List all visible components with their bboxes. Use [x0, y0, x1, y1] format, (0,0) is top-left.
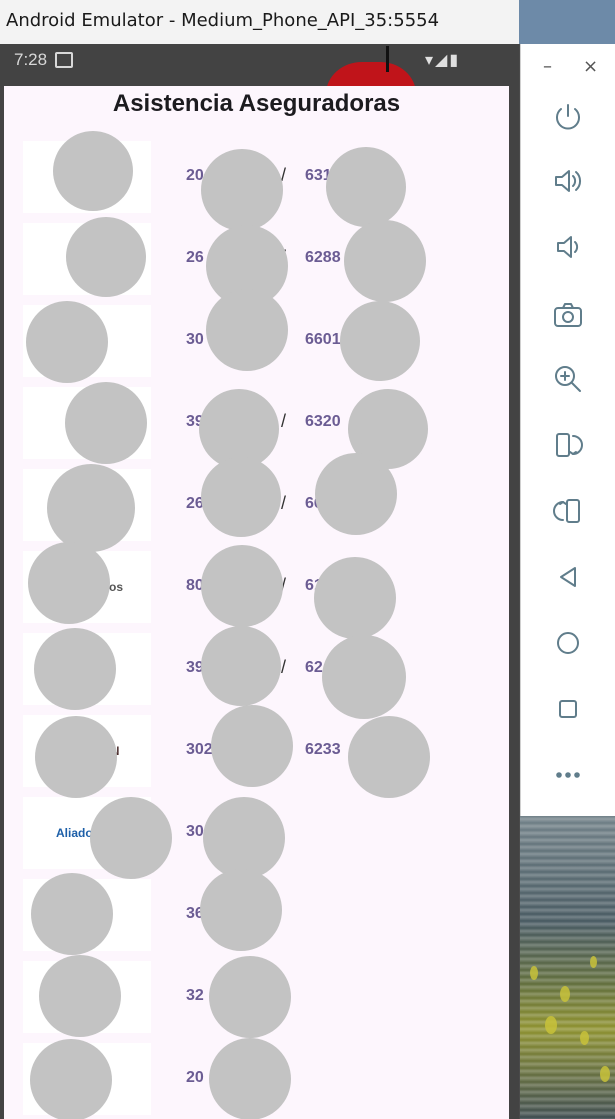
phone-status-bar: 7:28 ▾◢▮	[0, 44, 519, 142]
home-button[interactable]	[547, 622, 589, 664]
back-triangle-icon	[560, 567, 576, 587]
redaction-circle	[348, 716, 430, 798]
redaction-circle	[314, 557, 396, 639]
redaction-circle	[26, 301, 108, 383]
phone-separator: /	[281, 493, 287, 513]
phone-separator: /	[281, 411, 287, 431]
redaction-circle	[200, 869, 282, 951]
phone-separator: /	[281, 657, 287, 677]
close-button[interactable]: ×	[583, 56, 598, 77]
phone-number-primary[interactable]: 302	[186, 741, 213, 759]
redaction-circle	[201, 457, 281, 537]
phone-number-secondary[interactable]: 6233	[305, 741, 341, 759]
zoom-in-icon	[555, 366, 581, 392]
more-dots-icon	[556, 772, 580, 778]
phone-number-primary[interactable]: 30	[186, 331, 204, 349]
zoom-button[interactable]	[547, 358, 589, 400]
redaction-circle	[344, 220, 426, 302]
volume-up-button[interactable]	[547, 160, 589, 202]
redaction-circle	[53, 131, 133, 211]
volume-down-icon	[557, 236, 579, 258]
status-indicators: ▾◢▮	[425, 52, 461, 69]
redaction-circle	[203, 797, 285, 879]
phone-number-primary[interactable]: 32	[186, 987, 204, 1005]
redaction-circle	[28, 542, 110, 624]
redaction-circle	[201, 149, 283, 231]
calendar-icon	[55, 52, 73, 68]
redaction-circle	[209, 1038, 291, 1119]
window-title: Android Emulator - Medium_Phone_API_35:5…	[6, 10, 440, 31]
redaction-circle	[206, 289, 288, 371]
redaction-circle	[201, 626, 281, 706]
camera-notch	[386, 46, 389, 72]
home-circle-icon	[557, 632, 579, 654]
more-button[interactable]	[547, 754, 589, 796]
redaction-circle	[34, 628, 116, 710]
phone-number-primary[interactable]: 30	[186, 823, 204, 841]
overview-button[interactable]	[547, 688, 589, 730]
redaction-circle	[65, 382, 147, 464]
phone-edge-right	[509, 86, 519, 1119]
redaction-circle	[47, 464, 135, 552]
rotate-left-button[interactable]	[547, 424, 589, 466]
camera-icon	[554, 303, 582, 327]
phone-number-secondary[interactable]: 62	[305, 659, 323, 677]
overview-square-icon	[559, 700, 577, 718]
redaction-circle	[326, 147, 406, 227]
volume-up-icon	[555, 170, 582, 192]
rotate-right-button[interactable]	[547, 490, 589, 532]
redaction-circle	[211, 705, 293, 787]
screenshot-button[interactable]	[547, 294, 589, 336]
redaction-circle	[66, 217, 146, 297]
redaction-circle	[315, 453, 397, 535]
phone-number-secondary[interactable]: 6601	[305, 331, 341, 349]
redaction-circle	[340, 301, 420, 381]
page-title: Asistencia Aseguradoras	[112, 90, 401, 117]
power-button[interactable]	[547, 96, 589, 138]
minimize-button[interactable]: –	[543, 56, 552, 77]
volume-down-button[interactable]	[547, 226, 589, 268]
redaction-circle	[201, 545, 283, 627]
back-button[interactable]	[547, 556, 589, 598]
power-icon	[556, 104, 580, 130]
redaction-circle	[31, 873, 113, 955]
phone-number-secondary[interactable]: 6288	[305, 249, 341, 267]
rotate-left-icon	[556, 433, 583, 457]
insurers-dialog: Asistencia Aseguradoras S20/631op26/6288…	[4, 86, 509, 1119]
redaction-circle	[35, 716, 117, 798]
phone-number-primary[interactable]: 20	[186, 1069, 204, 1087]
emulator-tool-panel: – ×	[520, 44, 615, 816]
desktop-wallpaper	[520, 816, 615, 1119]
redaction-circle	[90, 797, 172, 879]
status-time: 7:28	[14, 50, 48, 69]
redaction-circle	[39, 955, 121, 1037]
redaction-circle	[322, 635, 406, 719]
emulator-title-bar: Android Emulator - Medium_Phone_API_35:5…	[0, 0, 519, 45]
desktop-background	[519, 0, 615, 44]
redaction-circle	[209, 956, 291, 1038]
phone-number-secondary[interactable]: 6320	[305, 413, 341, 431]
phone-number-primary[interactable]: 26	[186, 249, 204, 267]
redaction-circle	[30, 1039, 112, 1119]
rotate-right-icon	[553, 499, 580, 523]
